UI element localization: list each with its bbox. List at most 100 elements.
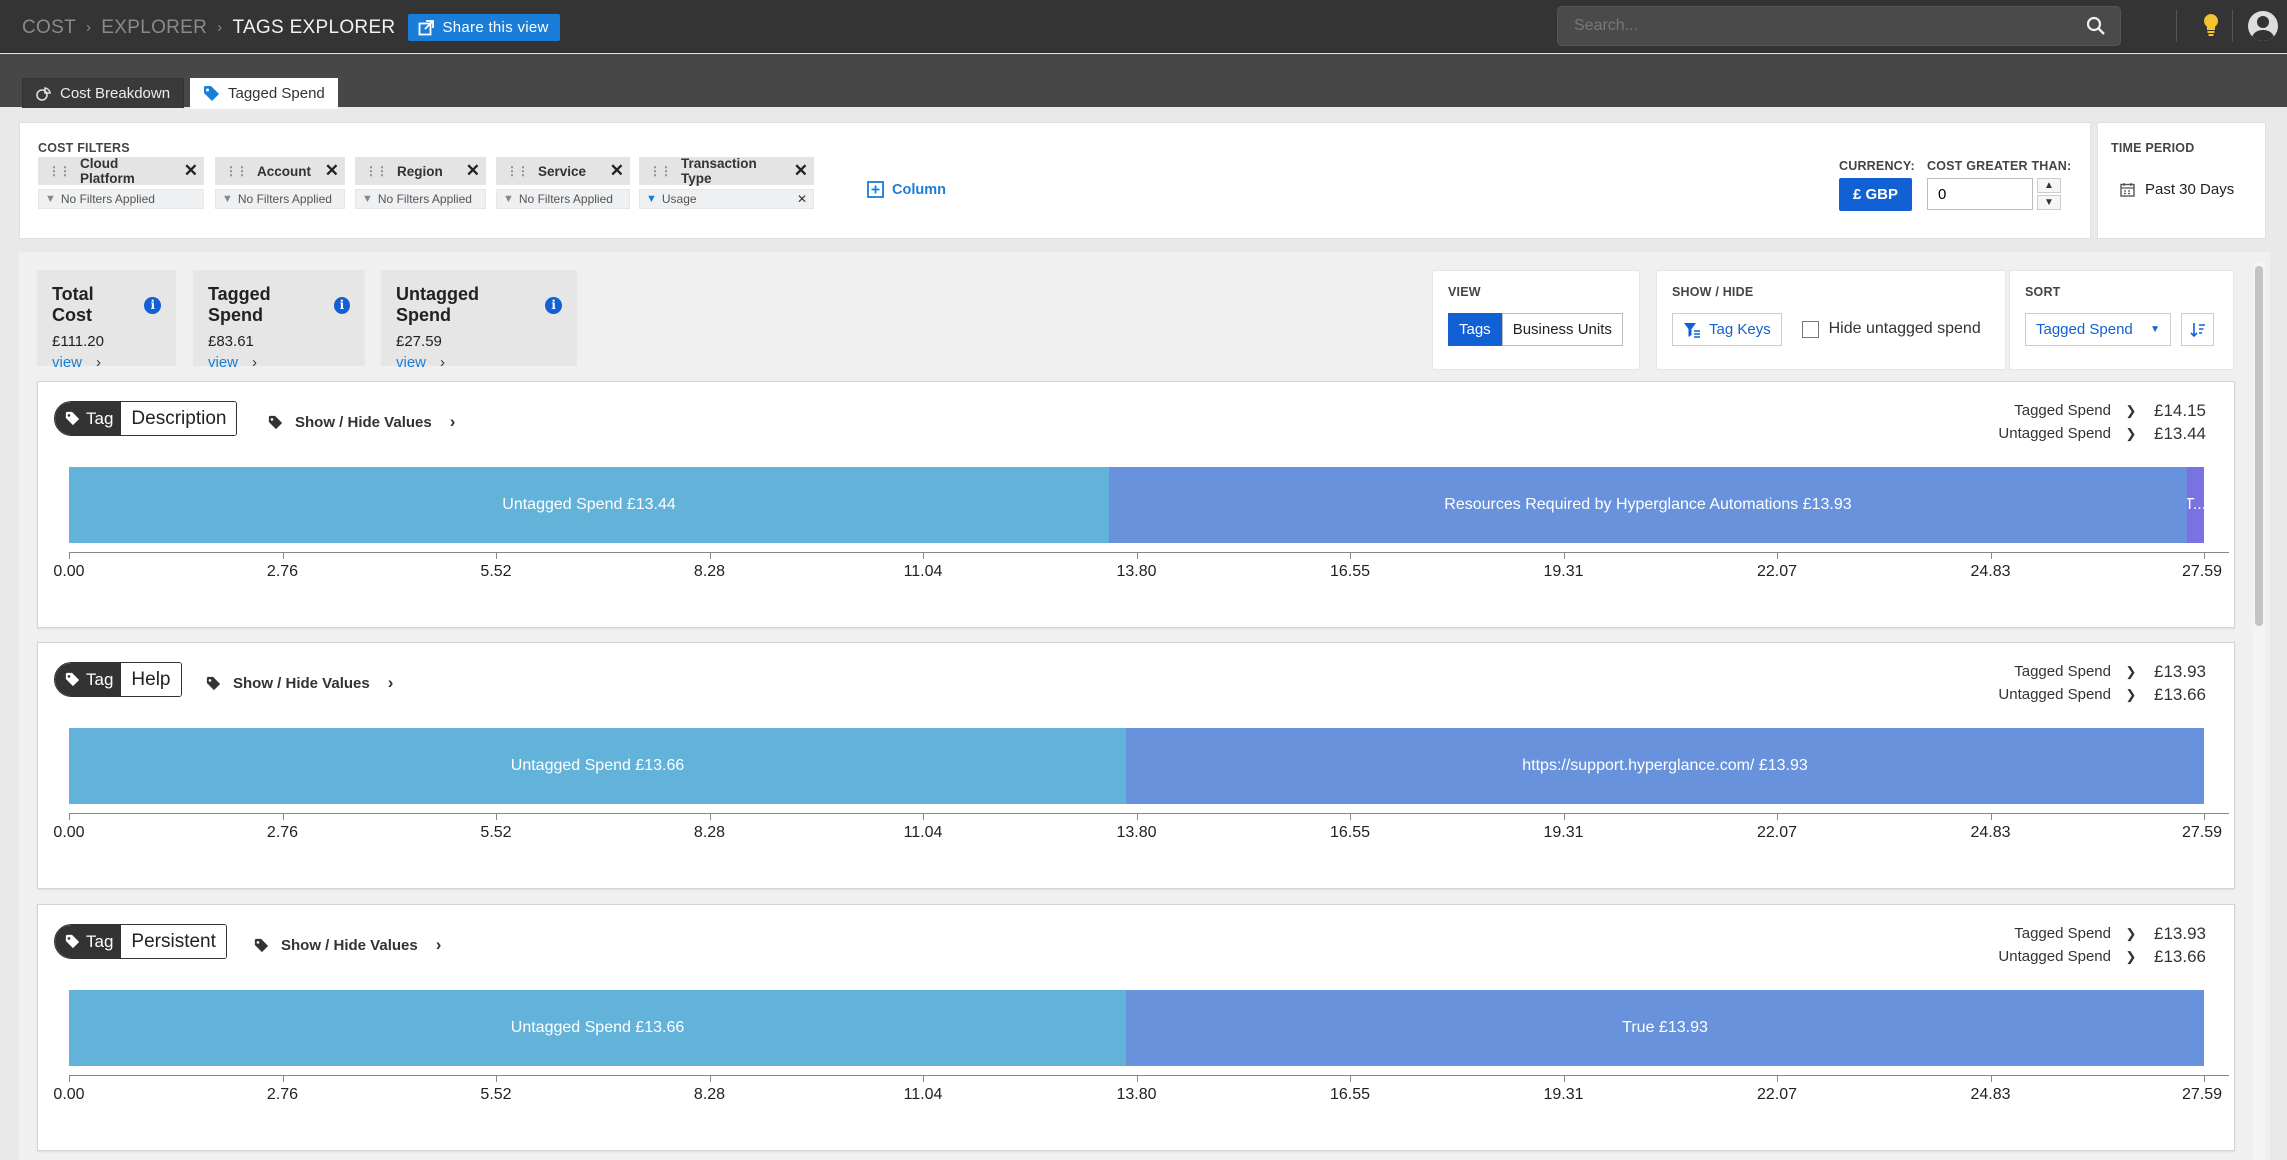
axis-line bbox=[69, 552, 2229, 553]
stat-view-link[interactable]: view › bbox=[52, 354, 161, 371]
search-icon[interactable] bbox=[2086, 16, 2106, 36]
bar-segment[interactable]: Untagged Spend £13.44 bbox=[69, 467, 1110, 543]
filter-value-text: No Filters Applied bbox=[237, 192, 332, 206]
tag-pill[interactable]: Tag Description bbox=[54, 401, 238, 436]
legend-value: £13.66 bbox=[2154, 684, 2206, 704]
tab-cost-breakdown[interactable]: Cost Breakdown bbox=[22, 78, 185, 108]
bar-segment[interactable]: Untagged Spend £13.66 bbox=[69, 990, 1127, 1066]
filter-chip-value[interactable]: ▼ No Filters Applied bbox=[215, 189, 345, 209]
sort-direction-button[interactable] bbox=[2181, 313, 2214, 346]
filter-chip-value[interactable]: ▼ No Filters Applied bbox=[38, 189, 204, 209]
filter-chip-value[interactable]: ▼ Usage ✕ bbox=[639, 189, 814, 209]
clear-icon[interactable]: ✕ bbox=[797, 192, 807, 206]
bar-segment[interactable]: True £13.93 bbox=[1126, 990, 2204, 1066]
resize-handle[interactable]: ⋮ bbox=[2281, 598, 2287, 620]
share-view-button[interactable]: Share this view bbox=[408, 14, 560, 41]
show-hide-values-button[interactable]: Show / Hide Values › bbox=[254, 935, 441, 955]
tag-word: Tag bbox=[86, 408, 114, 428]
legend-tagged-row[interactable]: Tagged Spend ❯ £13.93 bbox=[1961, 922, 2206, 945]
legend-untagged-row[interactable]: Untagged Spend ❯ £13.66 bbox=[1961, 683, 2206, 706]
tag-pill[interactable]: Tag Persistent bbox=[54, 924, 227, 959]
caret-down-icon: ▼ bbox=[2150, 324, 2160, 335]
axis-tick bbox=[1990, 813, 1992, 820]
filter-chip-transaction-type[interactable]: ⋮⋮ Transaction Type ✕ ▼ Usage ✕ bbox=[639, 156, 814, 209]
tag-pill[interactable]: Tag Help bbox=[54, 662, 182, 697]
filter-chip-service[interactable]: ⋮⋮ Service ✕ ▼ No Filters Applied bbox=[496, 157, 630, 209]
bar-segment[interactable]: https://support.hyperglance.com/ £13.93 bbox=[1126, 728, 2204, 804]
bar-segment-label: True £13.93 bbox=[1622, 1019, 1708, 1036]
view-option-business-units[interactable]: Business Units bbox=[1501, 313, 1623, 346]
bar-segment[interactable]: Untagged Spend £13.66 bbox=[69, 728, 1127, 804]
share-view-label: Share this view bbox=[442, 19, 549, 36]
bar-segment[interactable]: Resources Required by Hyperglance Automa… bbox=[1109, 467, 2187, 543]
search-input[interactable] bbox=[1574, 17, 2074, 35]
chevron-right-icon: ❯ bbox=[2125, 948, 2137, 964]
chevron-down-icon[interactable]: ▼ bbox=[2037, 195, 2061, 210]
top-bar: COST › EXPLORER › TAGS EXPLORER Share th… bbox=[0, 0, 2287, 53]
add-column-button[interactable]: Column bbox=[867, 181, 946, 198]
legend-tagged-row[interactable]: Tagged Spend ❯ £13.93 bbox=[1961, 660, 2206, 683]
drag-handle-icon[interactable]: ⋮⋮ bbox=[506, 164, 529, 178]
tab-tagged-spend[interactable]: Tagged Spend bbox=[190, 78, 338, 109]
bar-segment[interactable]: T... bbox=[2186, 467, 2204, 543]
close-icon[interactable]: ✕ bbox=[600, 161, 624, 181]
chevron-right-icon: ❯ bbox=[2125, 402, 2137, 418]
close-icon[interactable]: ✕ bbox=[456, 161, 480, 181]
breadcrumb-explorer[interactable]: EXPLORER bbox=[101, 17, 207, 39]
scrollbar-thumb[interactable] bbox=[2255, 266, 2263, 626]
currency-button[interactable]: £ GBP bbox=[1839, 178, 1912, 211]
filter-chip-account[interactable]: ⋮⋮ Account ✕ ▼ No Filters Applied bbox=[215, 157, 345, 209]
user-icon[interactable] bbox=[2248, 11, 2278, 41]
chevron-up-icon[interactable]: ▲ bbox=[2037, 178, 2061, 193]
view-control: VIEW Tags Business Units bbox=[1432, 270, 1640, 370]
filter-chip-value[interactable]: ▼ No Filters Applied bbox=[355, 189, 486, 209]
filter-chip-cloud-platform[interactable]: ⋮⋮ Cloud Platform ✕ ▼ No Filters Applied bbox=[38, 156, 204, 209]
legend-untagged-row[interactable]: Untagged Spend ❯ £13.66 bbox=[1961, 945, 2206, 968]
tag-icon bbox=[65, 934, 80, 949]
drag-handle-icon[interactable]: ⋮⋮ bbox=[48, 164, 71, 178]
filter-chip-value[interactable]: ▼ No Filters Applied bbox=[496, 189, 630, 209]
cost-greater-than-input[interactable] bbox=[1927, 178, 2033, 210]
show-hide-values-button[interactable]: Show / Hide Values › bbox=[206, 673, 393, 693]
currency-group: CURRENCY: £ GBP bbox=[1839, 159, 1915, 211]
tag-icon bbox=[254, 938, 269, 952]
stacked-bar: Untagged Spend £13.44 Resources Required … bbox=[69, 467, 2204, 543]
stat-view-link[interactable]: view › bbox=[396, 354, 562, 371]
currency-label: CURRENCY: bbox=[1839, 159, 1915, 173]
axis-tick bbox=[1563, 1075, 1565, 1082]
chevron-right-icon: › bbox=[440, 354, 446, 371]
info-icon[interactable]: i bbox=[333, 296, 350, 314]
view-option-tags[interactable]: Tags bbox=[1448, 313, 1502, 346]
axis-tick-label: 2.76 bbox=[266, 1086, 299, 1103]
show-hide-values-button[interactable]: Show / Hide Values › bbox=[268, 412, 455, 432]
stat-view-link[interactable]: view › bbox=[208, 354, 350, 371]
legend-value: £13.93 bbox=[2154, 661, 2206, 681]
breadcrumb-cost[interactable]: COST bbox=[22, 17, 76, 39]
stat-title: Tagged Spend bbox=[208, 284, 271, 325]
info-icon[interactable]: i bbox=[144, 296, 161, 314]
legend-untagged-row[interactable]: Untagged Spend ❯ £13.44 bbox=[1961, 422, 2206, 445]
axis-tick bbox=[1350, 813, 1351, 820]
scrollbar[interactable] bbox=[2253, 262, 2265, 1160]
close-icon[interactable]: ✕ bbox=[174, 161, 198, 181]
sort-select[interactable]: Tagged Spend ▼ bbox=[2025, 313, 2171, 346]
lightbulb-icon[interactable] bbox=[2203, 13, 2219, 37]
close-icon[interactable]: ✕ bbox=[784, 161, 808, 181]
legend-tagged-row[interactable]: Tagged Spend ❯ £14.15 bbox=[1961, 399, 2206, 422]
legend-label: Tagged Spend bbox=[2014, 663, 2111, 680]
drag-handle-icon[interactable]: ⋮⋮ bbox=[225, 164, 248, 178]
axis-tick bbox=[1777, 813, 1778, 820]
tag-chart-card: Tag Description Show / Hide Values › Tag… bbox=[37, 381, 2235, 628]
axis-tick bbox=[1136, 813, 1138, 820]
hide-untagged-checkbox[interactable] bbox=[1801, 320, 1819, 338]
drag-handle-icon[interactable]: ⋮⋮ bbox=[365, 164, 388, 178]
time-period-select[interactable]: Past 30 Days bbox=[2120, 181, 2234, 198]
tag-keys-button[interactable]: Tag Keys bbox=[1672, 313, 1782, 346]
hide-untagged-toggle[interactable]: Hide untagged spend bbox=[1801, 320, 1981, 338]
axis-tick-label: 16.55 bbox=[1329, 563, 1371, 580]
filter-chip-region[interactable]: ⋮⋮ Region ✕ ▼ No Filters Applied bbox=[355, 157, 486, 209]
info-icon[interactable]: i bbox=[545, 296, 562, 314]
close-icon[interactable]: ✕ bbox=[315, 161, 339, 181]
drag-handle-icon[interactable]: ⋮⋮ bbox=[649, 164, 672, 178]
chevron-right-icon: › bbox=[435, 935, 442, 954]
